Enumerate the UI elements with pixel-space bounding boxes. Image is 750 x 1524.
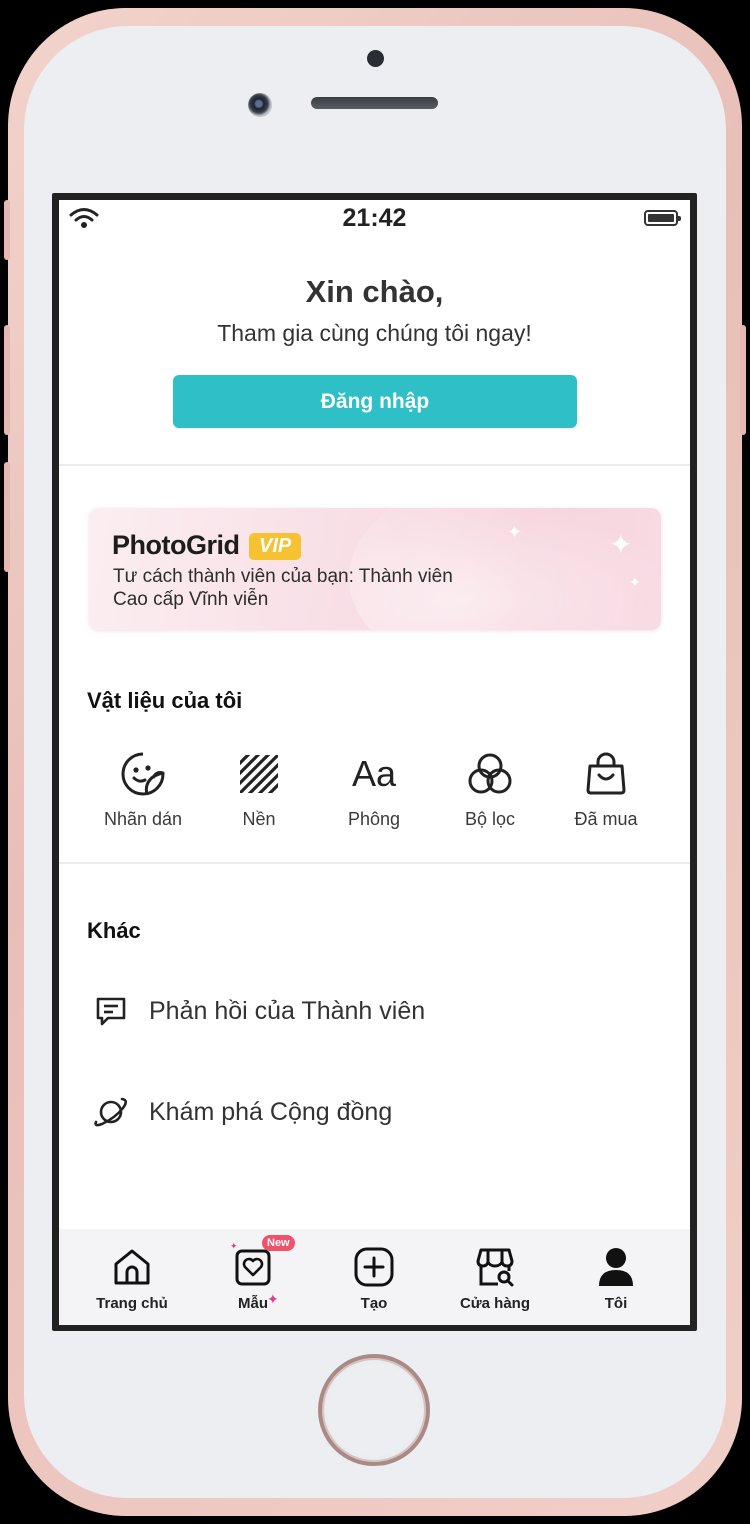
sparkle-icon: ✦ [629,574,641,590]
home-icon [114,1249,150,1285]
vip-membership-card[interactable]: ✦ ✦ ✦ PhotoGrid VIP Tư cách thành viên c… [89,508,661,630]
front-camera [248,93,272,117]
divider [59,464,690,466]
materials-section-title: Vật liệu của tôi [87,688,243,713]
volume-down-button [4,462,10,572]
tab-create[interactable]: Tạo [319,1245,429,1312]
vip-status-line1: Tư cách thành viên của bạn: Thành viên [113,566,453,587]
tab-templates[interactable]: New ✦ ✦ Mẫu [198,1235,308,1312]
feedback-icon [96,997,126,1026]
vip-status-line2: Cao cấp Vĩnh viễn [113,589,269,610]
earpiece-speaker [311,97,438,109]
planet-icon [94,1097,128,1127]
material-label: Nền [242,809,276,829]
greeting-subtitle: Tham gia cùng chúng tôi ngay! [217,320,532,346]
greeting-title: Xin chào, [305,274,444,309]
material-label: Phông [347,809,401,829]
tab-label: Mẫu [238,1295,268,1312]
home-button[interactable] [318,1354,430,1466]
material-label: Bộ lọc [464,809,516,829]
divider [59,862,690,864]
volume-up-button [4,325,10,435]
status-bar: 21:42 [59,200,690,240]
tab-label: Trang chủ [96,1295,168,1312]
other-section-title: Khác [87,918,141,943]
sparkle-icon: ✦ [230,1241,238,1251]
tab-label: Tạo [360,1295,388,1312]
vip-brand-logo: PhotoGrid [112,530,240,560]
sparkle-icon: ✦ [609,529,633,560]
sparkle-icon: ✦ [267,1291,279,1307]
store-icon [476,1248,514,1287]
background-pattern-icon [240,755,278,793]
new-badge: New [262,1235,295,1251]
vip-badge: VIP [249,533,302,560]
battery-icon [644,210,681,226]
template-heart-icon [235,1249,271,1286]
tab-store[interactable]: Cửa hàng [440,1245,550,1312]
sticker-icon [121,752,165,796]
shopping-bag-icon [586,752,626,795]
list-item-label: Phản hồi của Thành viên [149,996,426,1025]
bottom-tab-bar: Trang chủ New ✦ ✦ Mẫu Tạo Cửa hàng Tôi [59,1229,690,1325]
list-item-explore-community[interactable]: Khám phá Cộng đồng [91,1084,651,1140]
app-screen: 21:42 Xin chào, Tham gia cùng chúng tôi … [59,200,690,1325]
sparkle-icon: ✦ [507,522,523,542]
tab-home[interactable]: Trang chủ [77,1245,187,1312]
material-fonts[interactable]: Aa Phông [324,745,424,830]
power-button [740,325,746,435]
login-button[interactable]: Đăng nhập [173,375,577,428]
tab-profile[interactable]: Tôi [561,1245,671,1312]
material-filters[interactable]: Bộ lọc [440,745,540,830]
filter-icon [468,753,512,794]
create-plus-icon [354,1247,394,1287]
tab-label: Tôi [604,1295,628,1312]
font-icon: Aa [351,753,397,794]
list-item-member-feedback[interactable]: Phản hồi của Thành viên [91,983,651,1039]
list-item-label: Khám phá Cộng đồng [149,1097,393,1126]
material-backgrounds[interactable]: Nền [209,745,309,830]
proximity-sensor [367,50,384,67]
material-stickers[interactable]: Nhãn dán [93,745,193,830]
material-label: Đã mua [574,809,638,829]
status-time: 21:42 [342,204,407,232]
material-label: Nhãn dán [103,809,183,829]
mute-switch [4,200,10,260]
material-purchased[interactable]: Đã mua [556,745,656,830]
tab-label: Cửa hàng [459,1295,531,1312]
profile-icon [599,1248,633,1286]
